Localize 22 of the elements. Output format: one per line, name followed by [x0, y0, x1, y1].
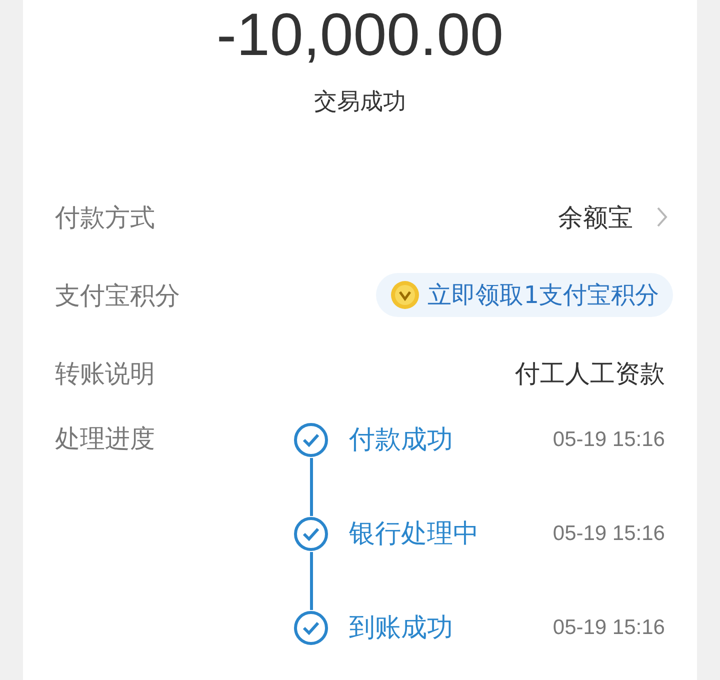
row-value: 付工人工资款 [515, 358, 665, 390]
row-label: 付款方式 [55, 202, 155, 234]
check-circle-icon [293, 516, 329, 552]
chevron-right-icon [655, 205, 669, 229]
step-time: 05-19 15:16 [552, 427, 665, 453]
connector-line [310, 552, 312, 610]
payment-method-link[interactable]: 余额宝 [558, 200, 669, 234]
step-title: 银行处理中 [349, 518, 480, 551]
check-circle-icon [293, 422, 329, 458]
amount-text: -10,000.00 [216, 0, 504, 70]
step-time: 05-19 15:16 [552, 615, 665, 641]
connector-line [310, 458, 312, 516]
row-label: 转账说明 [55, 358, 155, 390]
step-time: 05-19 15:16 [552, 521, 665, 547]
step-title: 到账成功 [349, 612, 454, 645]
status-text: 交易成功 [313, 88, 407, 117]
check-circle-icon [293, 610, 329, 646]
step-title: 付款成功 [349, 424, 454, 457]
row-label: 处理进度 [55, 423, 155, 455]
points-button[interactable]: 立即领取1支付宝积分 [376, 273, 673, 317]
row-label: 支付宝积分 [55, 280, 180, 312]
coin-icon [390, 280, 420, 310]
